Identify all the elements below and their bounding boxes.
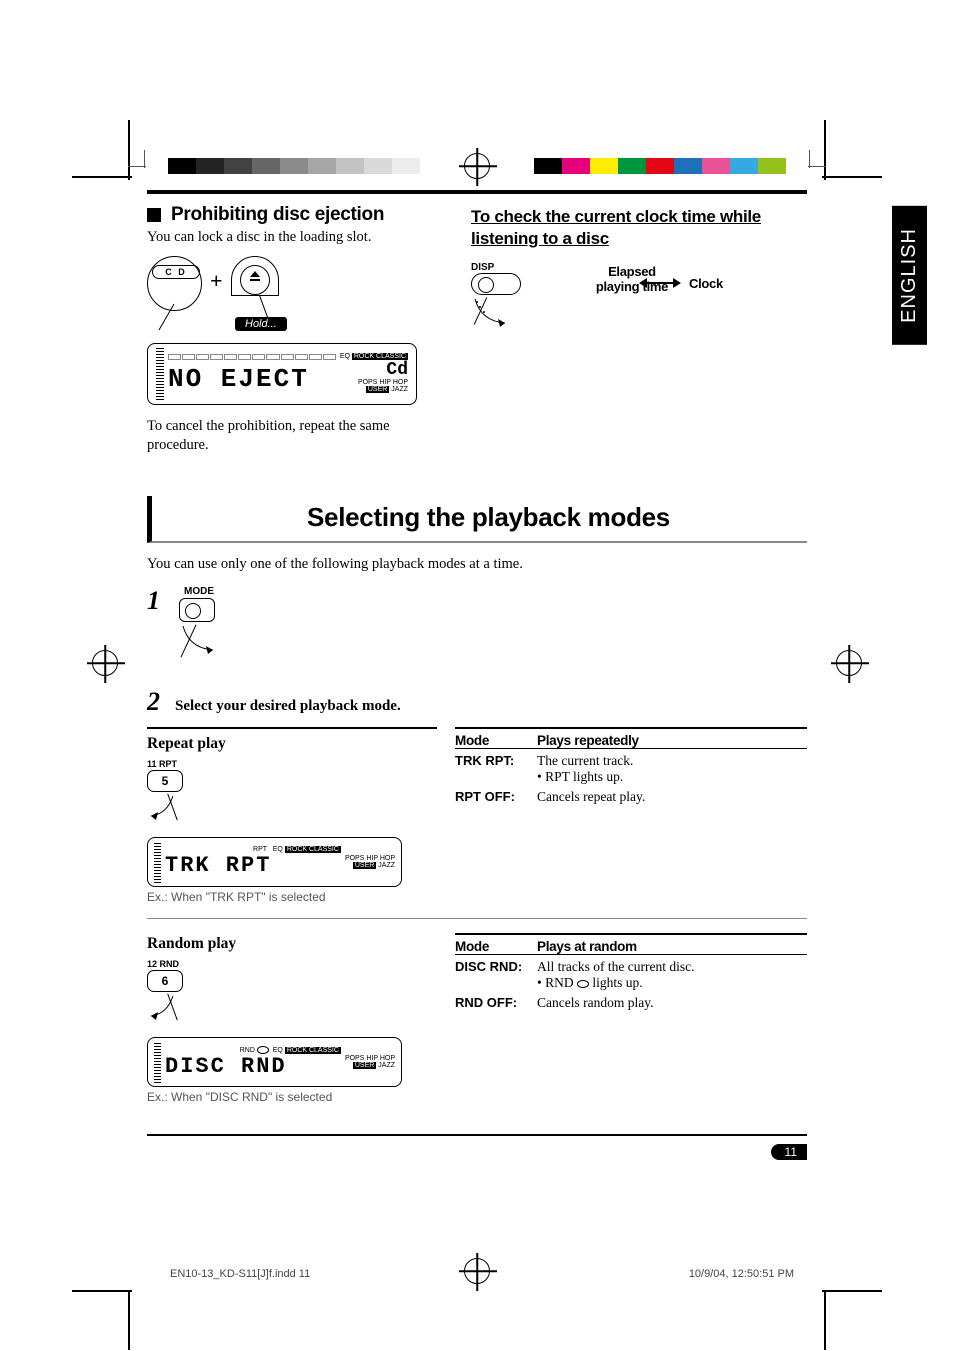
hold-badge: Hold... <box>235 317 287 331</box>
section-title: Prohibiting disc ejection <box>171 204 384 226</box>
desc-cell: The current track. <box>537 753 807 769</box>
col-mode-header: Mode <box>455 939 537 954</box>
eject-icon <box>250 271 260 281</box>
crop-mark <box>822 1290 882 1292</box>
crop-mark <box>128 1290 130 1350</box>
top-rule <box>147 190 807 194</box>
step-number-2: 2 <box>147 687 165 717</box>
footer-filename: EN10-13_KD-S11[J]f.indd 11 <box>170 1268 310 1280</box>
cancel-note: To cancel the prohibition, repeat the sa… <box>147 417 443 456</box>
press-arrow-icon <box>147 792 187 822</box>
rnd-button-number: 6 <box>162 974 169 988</box>
clock-label: Clock <box>689 276 723 291</box>
page-content: ENGLISH Prohibiting disc ejection You ca… <box>137 190 817 1200</box>
rpt-button-illustration: 11 RPT 5 <box>147 759 437 827</box>
mode-cell: RPT OFF: <box>455 789 537 804</box>
lcd-repeat-illustration: RPT EQ ROCK CLASSIC TRK RPT POPS HIP HOP… <box>147 837 402 887</box>
registration-mark-icon <box>92 650 118 676</box>
press-arrow-icon <box>147 992 187 1022</box>
right-column: To check the current clock time while li… <box>471 204 807 456</box>
random-play-block: Random play 12 RND 6 RND EQ ROCK CLASSIC… <box>147 933 807 1104</box>
lcd-random-text: DISC RND <box>165 1054 341 1079</box>
crop-mark <box>72 1290 132 1292</box>
repeat-caption: Ex.: When "TRK RPT" is selected <box>147 890 437 904</box>
desc-cell: All tracks of the current disc. <box>537 959 807 975</box>
mode-cell: DISC RND: <box>455 959 537 974</box>
registration-mark-icon <box>464 1258 490 1284</box>
clock-heading: To check the current clock time while li… <box>471 206 807 250</box>
playback-intro: You can use only one of the following pl… <box>147 555 807 575</box>
plus-icon: + <box>210 268 223 294</box>
page-number: 11 <box>771 1144 807 1160</box>
left-column: Prohibiting disc ejection You can lock a… <box>147 204 443 456</box>
section-intro: You can lock a disc in the loading slot. <box>147 228 443 248</box>
cd-knob-illustration: C D <box>147 256 202 311</box>
crop-mark <box>128 120 130 180</box>
lcd-main-text: NO EJECT <box>168 364 309 394</box>
mode-label: MODE <box>179 586 219 597</box>
table-row: RND OFF: Cancels random play. <box>455 991 807 1011</box>
cmyk-color-bar <box>534 158 786 174</box>
mode-cell: TRK RPT: <box>455 753 537 768</box>
crop-mark <box>824 120 826 180</box>
rpt-button-number: 5 <box>162 774 169 788</box>
lcd-random-illustration: RND EQ ROCK CLASSIC DISC RND POPS HIP HO… <box>147 1037 402 1087</box>
disp-label: DISP <box>471 262 521 273</box>
rnd-button-illustration: 12 RND 6 <box>147 959 437 1027</box>
playback-section-title: Selecting the playback modes <box>170 502 807 533</box>
section-bar: Selecting the playback modes <box>147 496 807 543</box>
crop-hairline <box>128 166 146 167</box>
press-arrow-icon <box>179 622 219 657</box>
crop-mark <box>72 176 132 178</box>
step-number-1: 1 <box>147 586 165 616</box>
random-heading: Random play <box>147 933 437 955</box>
language-tab: ENGLISH <box>892 206 927 345</box>
lcd-tags-bottom: POPS HIP HOPUSER JAZZ <box>340 379 408 394</box>
section-bullet-icon <box>147 208 161 222</box>
eject-button-illustration <box>231 256 279 296</box>
crop-hairline <box>808 166 826 167</box>
mode-button-illustration: MODE <box>179 586 219 657</box>
rpt-button-label: 11 RPT <box>147 759 187 769</box>
random-caption: Ex.: When "DISC RND" is selected <box>147 1090 437 1104</box>
crop-mark <box>824 1290 826 1350</box>
desc-cell: Cancels repeat play. <box>537 789 807 805</box>
divider <box>147 918 807 919</box>
grayscale-color-bar <box>168 158 420 174</box>
registration-mark-icon <box>464 153 490 179</box>
repeat-play-block: Repeat play 11 RPT 5 RPT EQ ROCK CLASSIC… <box>147 727 807 904</box>
bottom-rule <box>147 1134 807 1136</box>
lcd-repeat-text: TRK RPT <box>165 853 341 878</box>
eject-graphic: C D + Hold... <box>147 256 443 405</box>
col-desc-header: Plays at random <box>537 939 637 954</box>
lcd-tags: POPS HIP HOPUSER JAZZ <box>345 1055 395 1070</box>
step2-text: Select your desired playback mode. <box>175 698 401 715</box>
registration-mark-icon <box>836 650 862 676</box>
disc-indicator-icon <box>577 980 589 988</box>
print-crop-area <box>0 0 954 190</box>
table-row: DISC RND: All tracks of the current disc… <box>455 955 807 991</box>
crop-mark <box>822 176 882 178</box>
lcd-side-text: Cd <box>340 361 408 379</box>
cd-pill-label: C D <box>152 265 200 279</box>
lcd-tags: POPS HIP HOPUSER JAZZ <box>345 855 395 870</box>
sub-bullet: RPT lights up. <box>537 769 807 785</box>
table-row: RPT OFF: Cancels repeat play. <box>455 785 807 805</box>
mode-cell: RND OFF: <box>455 995 537 1010</box>
double-arrow-icon <box>639 278 681 288</box>
table-row: TRK RPT: The current track. RPT lights u… <box>455 749 807 785</box>
footer-timestamp: 10/9/04, 12:50:51 PM <box>689 1268 794 1280</box>
lcd-display-illustration: NO EJECT EQ ROCK CLASSIC Cd POPS HIP HOP… <box>147 343 417 405</box>
sub-bullet: • RND lights up. <box>537 975 807 991</box>
print-footer: EN10-13_KD-S11[J]f.indd 11 10/9/04, 12:5… <box>0 1260 954 1340</box>
desc-cell: Cancels random play. <box>537 995 807 1011</box>
col-desc-header: Plays repeatedly <box>537 733 639 748</box>
repeat-heading: Repeat play <box>147 733 437 755</box>
rnd-button-label: 12 RND <box>147 959 187 969</box>
clock-toggle-figure: Elapsed playing time Clock <box>541 264 723 291</box>
disp-button-illustration: DISP <box>471 262 521 330</box>
col-mode-header: Mode <box>455 733 537 748</box>
